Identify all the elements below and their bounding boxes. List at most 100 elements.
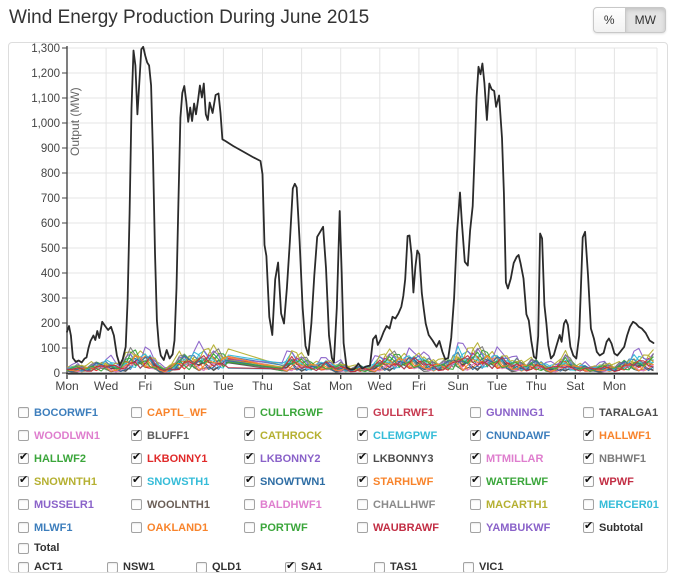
snowsth1-checkbox[interactable]	[131, 476, 142, 487]
hallwf2-checkbox[interactable]	[18, 453, 29, 464]
svg-text:600: 600	[41, 218, 60, 230]
wpwf-checkbox[interactable]	[583, 476, 594, 487]
svg-text:Fri: Fri	[412, 379, 426, 393]
legend-label-CHALLHWF: CHALLHWF	[373, 499, 435, 511]
svg-text:500: 500	[41, 243, 60, 255]
legend-label-CATHROCK: CATHROCK	[260, 430, 322, 442]
legend-label-SNOWTWN1: SNOWTWN1	[260, 476, 325, 488]
svg-text:1,300: 1,300	[31, 43, 60, 55]
legend-label-LKBONNY3: LKBONNY3	[373, 453, 434, 465]
cathrock-checkbox[interactable]	[244, 430, 255, 441]
legend-label-LKBONNY1: LKBONNY1	[147, 453, 208, 465]
legend-label-Subtotal: Subtotal	[599, 522, 643, 534]
legend-label-SNOWNTH1: SNOWNTH1	[34, 476, 97, 488]
svg-text:Tue: Tue	[487, 379, 508, 393]
cullrgwf-checkbox[interactable]	[244, 407, 255, 418]
legend-label-WAUBRAWF: WAUBRAWF	[373, 522, 439, 534]
waterlwf-checkbox[interactable]	[470, 476, 481, 487]
legend-label-VIC1: VIC1	[479, 561, 503, 573]
total-checkbox[interactable]	[18, 543, 29, 554]
legend-label-ACT1: ACT1	[34, 561, 63, 573]
legend-label-TAS1: TAS1	[390, 561, 417, 573]
legend-item-MUSSELR1: MUSSELR1	[18, 493, 131, 516]
cnundawf-checkbox[interactable]	[470, 430, 481, 441]
oakland1-checkbox[interactable]	[131, 522, 142, 533]
waubrawf-checkbox[interactable]	[357, 522, 368, 533]
snownth1-checkbox[interactable]	[18, 476, 29, 487]
musselr1-checkbox[interactable]	[18, 499, 29, 510]
legend-label-BALDHWF1: BALDHWF1	[260, 499, 322, 511]
mtmillar-checkbox[interactable]	[470, 453, 481, 464]
legend-label-NBHWF1: NBHWF1	[599, 453, 646, 465]
svg-text:Thu: Thu	[252, 379, 273, 393]
lkbonny2-checkbox[interactable]	[244, 453, 255, 464]
legend-label-OAKLAND1: OAKLAND1	[147, 522, 208, 534]
legend-label-MLWF1: MLWF1	[34, 522, 73, 534]
legend-item-GUNNING1: GUNNING1	[470, 401, 583, 424]
legend-item-CAPTL_WF: CAPTL_WF	[131, 401, 244, 424]
legend-label-SNOWSTH1: SNOWSTH1	[147, 476, 209, 488]
svg-text:900: 900	[41, 143, 60, 155]
svg-text:300: 300	[41, 293, 60, 305]
gunning1-checkbox[interactable]	[470, 407, 481, 418]
woodlwn1-checkbox[interactable]	[18, 430, 29, 441]
mlwf1-checkbox[interactable]	[18, 522, 29, 533]
portwf-checkbox[interactable]	[244, 522, 255, 533]
svg-text:Tue: Tue	[213, 379, 234, 393]
legend-label-PORTWF: PORTWF	[260, 522, 308, 534]
legend-item-LKBONNY1: LKBONNY1	[131, 447, 244, 470]
challhwf-checkbox[interactable]	[357, 499, 368, 510]
legend-item-WPWF: WPWF	[583, 470, 668, 493]
legend-item-SNOWNTH1: SNOWNTH1	[18, 470, 131, 493]
svg-text:Sun: Sun	[447, 379, 468, 393]
legend-item-NBHWF1: NBHWF1	[583, 447, 668, 470]
taralga1-checkbox[interactable]	[583, 407, 594, 418]
svg-text:1,100: 1,100	[31, 93, 60, 105]
macarth1-checkbox[interactable]	[470, 499, 481, 510]
legend-label-MERCER01: MERCER01	[599, 499, 659, 511]
lkbonny3-checkbox[interactable]	[357, 453, 368, 464]
svg-text:1,000: 1,000	[31, 118, 60, 130]
legend-label-BLUFF1: BLUFF1	[147, 430, 189, 442]
mw-toggle-button[interactable]: MW	[626, 7, 666, 33]
snowtwn1-checkbox[interactable]	[244, 476, 255, 487]
legend-item-CLEMGPWF: CLEMGPWF	[357, 424, 470, 447]
legend-label-STARHLWF: STARHLWF	[373, 476, 433, 488]
mercer01-checkbox[interactable]	[583, 499, 594, 510]
legend-label-CAPTL_WF: CAPTL_WF	[147, 407, 207, 419]
legend-label-WPWF: WPWF	[599, 476, 634, 488]
legend-item-WOOLNTH1: WOOLNTH1	[131, 493, 244, 516]
subtotal-checkbox[interactable]	[583, 522, 594, 533]
svg-text:400: 400	[41, 268, 60, 280]
legend-item-PORTWF: PORTWF	[244, 516, 357, 539]
captl_wf-checkbox[interactable]	[131, 407, 142, 418]
starhlwf-checkbox[interactable]	[357, 476, 368, 487]
legend-item-BALDHWF1: BALDHWF1	[244, 493, 357, 516]
yambukwf-checkbox[interactable]	[470, 522, 481, 533]
legend-label-SA1: SA1	[301, 561, 322, 573]
lkbonny1-checkbox[interactable]	[131, 453, 142, 464]
legend-item-CNUNDAWF: CNUNDAWF	[470, 424, 583, 447]
percent-toggle-button[interactable]: %	[593, 7, 626, 33]
svg-text:Fri: Fri	[138, 379, 152, 393]
legend-label-CLEMGPWF: CLEMGPWF	[373, 430, 437, 442]
woolnth1-checkbox[interactable]	[131, 499, 142, 510]
clemgpwf-checkbox[interactable]	[357, 430, 368, 441]
legend-label-BOCORWF1: BOCORWF1	[34, 407, 98, 419]
legend-label-LKBONNY2: LKBONNY2	[260, 453, 321, 465]
header: Wind Energy Production During June 2015 …	[0, 0, 676, 42]
baldhwf1-checkbox[interactable]	[244, 499, 255, 510]
legend-label-TARALGA1: TARALGA1	[599, 407, 658, 419]
y-axis-title: Output (MW)	[68, 87, 82, 156]
hallwf1-checkbox[interactable]	[583, 430, 594, 441]
legend-label-QLD1: QLD1	[212, 561, 241, 573]
farm-lines	[67, 341, 654, 372]
bocorwf1-checkbox[interactable]	[18, 407, 29, 418]
svg-text:Wed: Wed	[368, 379, 392, 393]
svg-text:Mon: Mon	[329, 379, 352, 393]
bluff1-checkbox[interactable]	[131, 430, 142, 441]
page-title: Wind Energy Production During June 2015	[9, 7, 369, 29]
gullrwf1-checkbox[interactable]	[357, 407, 368, 418]
nbhwf1-checkbox[interactable]	[583, 453, 594, 464]
legend-item-SNOWTWN1: SNOWTWN1	[244, 470, 357, 493]
